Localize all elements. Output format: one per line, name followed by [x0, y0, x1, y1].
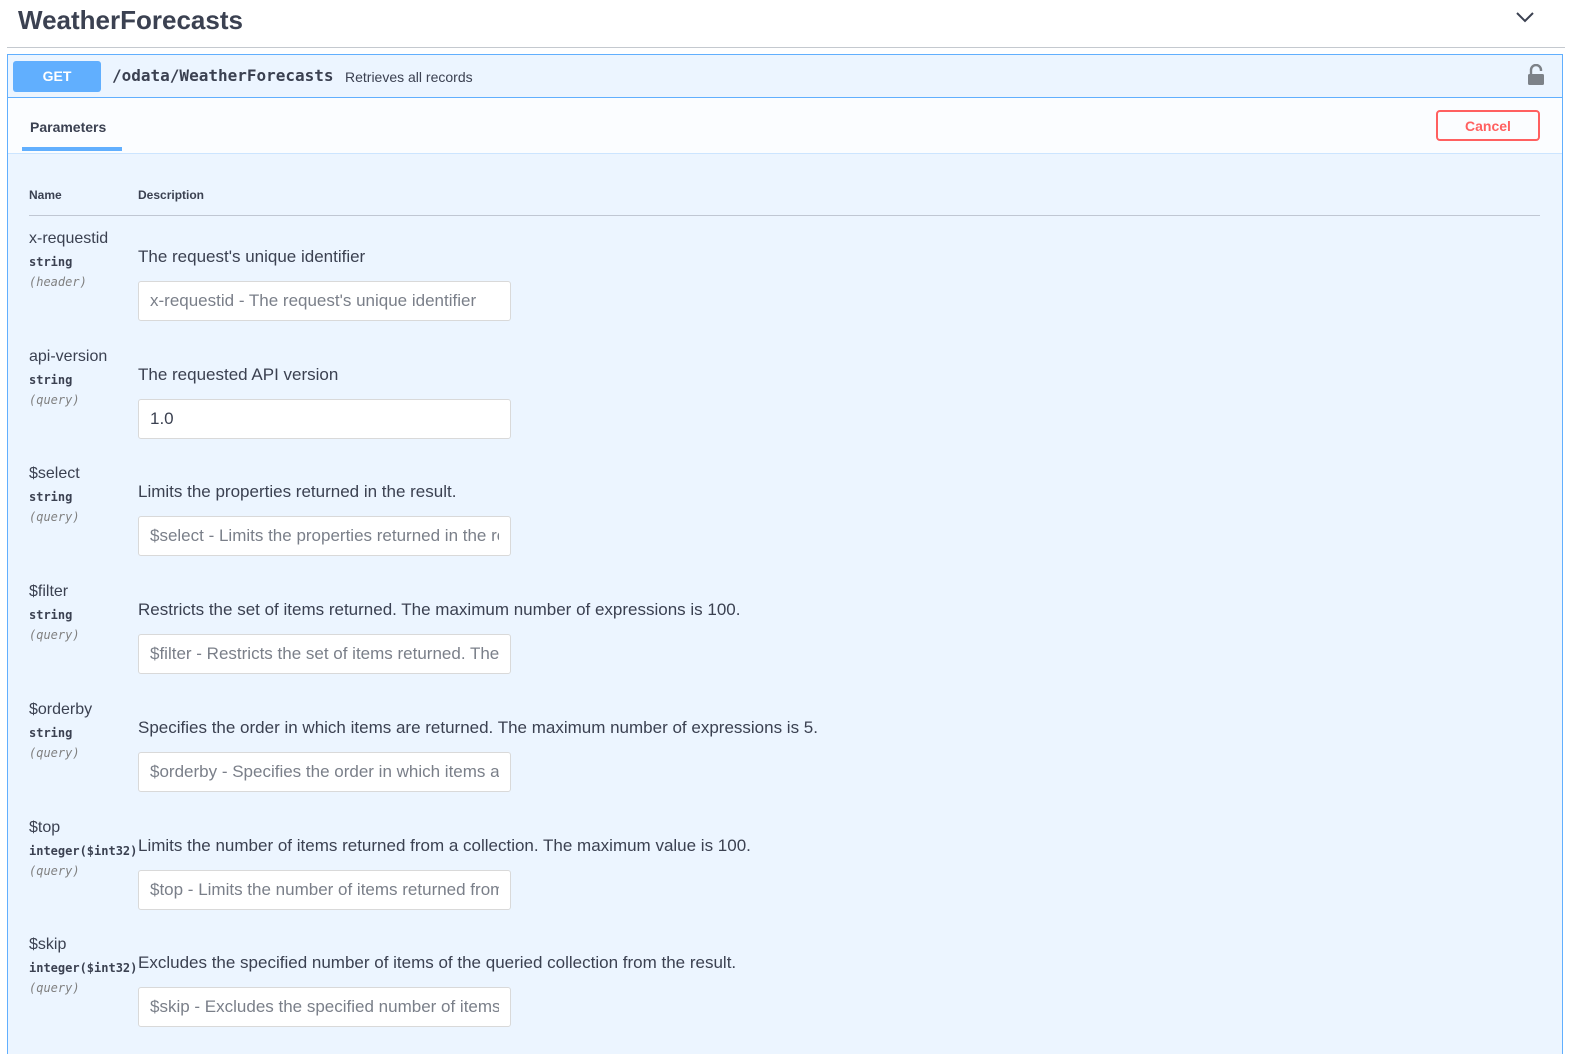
- parameter-name: $select: [29, 465, 80, 482]
- parameter-row: $filter string (query) Restricts the set of…: [8, 582, 1562, 700]
- tag-title[interactable]: WeatherForecasts: [18, 5, 243, 35]
- parameter-location: (query): [29, 981, 80, 995]
- parameter-description: The requested API version: [138, 365, 339, 384]
- parameter-type: string: [29, 373, 73, 387]
- method-badge: GET: [13, 61, 101, 92]
- parameter-row: $skip integer($int32) (query) Excludes the …: [8, 935, 1562, 1053]
- parameter-input[interactable]: [138, 987, 511, 1027]
- parameter-location: (query): [29, 628, 80, 642]
- parameter-input[interactable]: [138, 752, 511, 792]
- tag-header[interactable]: WeatherForecasts: [7, 0, 1565, 48]
- parameter-type: integer($int32): [29, 961, 138, 975]
- parameter-name: api-version: [29, 348, 108, 365]
- parameter-description: Excludes the specified number of items o…: [138, 953, 737, 972]
- parameter-type: string: [29, 490, 73, 504]
- parameter-description: Limits the properties returned in the re…: [138, 482, 457, 501]
- parameter-description: Limits the number of items returned from…: [138, 836, 751, 855]
- parameter-input[interactable]: [138, 516, 511, 556]
- parameter-description: Specifies the order in which items are r…: [138, 718, 818, 737]
- parameter-location: (query): [29, 746, 80, 760]
- parameter-name: $skip: [29, 936, 67, 953]
- parameter-row: $top integer($int32) (query) Limits the num…: [8, 818, 1562, 936]
- parameter-location: (header): [29, 275, 87, 289]
- parameter-input[interactable]: [138, 634, 511, 674]
- parameter-name: $filter: [29, 583, 69, 600]
- operation-block: GET /odata/WeatherForecasts Retrieves al…: [7, 54, 1563, 1054]
- parameter-location: (query): [29, 393, 80, 407]
- parameter-description: The request's unique identifier: [138, 247, 366, 266]
- lock-icon[interactable]: [1527, 64, 1545, 86]
- parameter-name: $orderby: [29, 701, 93, 718]
- parameter-location: (query): [29, 510, 80, 524]
- parameters-section-header: Parameters Cancel: [8, 98, 1562, 154]
- header-divider: [29, 215, 1540, 216]
- parameter-input[interactable]: [138, 281, 511, 321]
- parameter-type: string: [29, 726, 73, 740]
- parameter-row: $orderby string (query) Specifies the order…: [8, 700, 1562, 818]
- cancel-button[interactable]: Cancel: [1436, 110, 1540, 141]
- parameter-type: string: [29, 608, 73, 622]
- parameter-location: (query): [29, 864, 80, 878]
- parameter-input[interactable]: [138, 399, 511, 439]
- tab-parameters[interactable]: Parameters: [22, 118, 122, 151]
- parameter-type: integer($int32): [29, 844, 138, 858]
- column-header-description: Description: [138, 188, 205, 202]
- column-header-name: Name: [29, 188, 62, 202]
- operation-path: /odata/WeatherForecasts: [112, 66, 334, 85]
- parameter-row: x-requestid string (header) The request's u…: [8, 229, 1562, 347]
- parameter-input[interactable]: [138, 870, 511, 910]
- parameter-type: string: [29, 255, 73, 269]
- parameter-row: $select string (query) Limits the propertie…: [8, 464, 1562, 582]
- chevron-down-icon[interactable]: [1515, 10, 1535, 24]
- parameter-row: api-version string (query) The requested AP…: [8, 347, 1562, 465]
- parameter-name: x-requestid: [29, 230, 109, 247]
- parameter-description: Restricts the set of items returned. The…: [138, 600, 741, 619]
- operation-summary[interactable]: GET /odata/WeatherForecasts Retrieves al…: [8, 55, 1562, 98]
- parameter-name: $top: [29, 819, 61, 836]
- operation-summary-text: Retrieves all records: [345, 69, 473, 85]
